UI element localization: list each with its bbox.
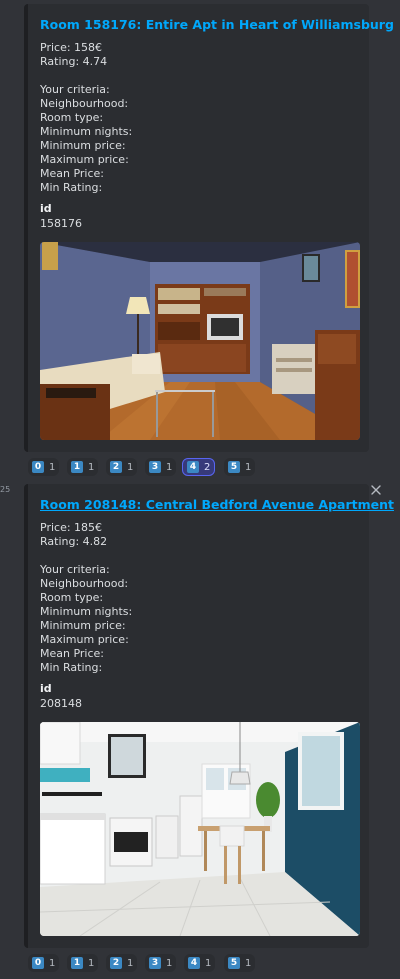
reaction-count: 1 bbox=[245, 957, 252, 969]
price-text: Price: 185€ bbox=[40, 521, 103, 534]
field-value-id: 158176 bbox=[40, 217, 82, 230]
field-value-id: 208148 bbox=[40, 697, 82, 710]
bot-message-1: Room 158176: Entire Apt in Heart of Will… bbox=[0, 0, 400, 480]
keycap-3-icon: 3 bbox=[149, 461, 161, 473]
field-name-id: id bbox=[40, 202, 52, 215]
keycap-0-icon: 0 bbox=[32, 461, 44, 473]
criteria-min-nights: Minimum nights: bbox=[40, 605, 133, 618]
keycap-5-icon: 5 bbox=[228, 461, 240, 473]
listing-embed-2: Room 208148: Central Bedford Avenue Apar… bbox=[24, 484, 394, 948]
reaction-keycap-1[interactable]: 1 1 bbox=[67, 954, 99, 972]
room-photo[interactable] bbox=[40, 722, 360, 936]
keycap-4-icon: 4 bbox=[187, 461, 199, 473]
embed-title[interactable]: Room 208148: Central Bedford Avenue Apar… bbox=[40, 497, 394, 512]
criteria-neighbourhood: Neighbourhood: bbox=[40, 97, 129, 110]
reaction-keycap-1[interactable]: 1 1 bbox=[67, 458, 99, 476]
criteria-room-type: Room type: bbox=[40, 591, 104, 604]
keycap-1-icon: 1 bbox=[71, 461, 83, 473]
bot-message-2: 25 Room 208148: Central Bedford Avenue A… bbox=[0, 480, 400, 979]
criteria-header: Your criteria: bbox=[40, 83, 110, 96]
reaction-count: 1 bbox=[49, 957, 56, 969]
reaction-count: 1 bbox=[205, 957, 212, 969]
reaction-count: 1 bbox=[88, 461, 95, 473]
criteria-max-price: Maximum price: bbox=[40, 633, 129, 646]
criteria-room-type: Room type: bbox=[40, 111, 104, 124]
reaction-bar-2: 0 1 1 1 2 1 3 1 4 1 5 1 bbox=[28, 954, 268, 972]
criteria-max-price: Maximum price: bbox=[40, 153, 129, 166]
keycap-2-icon: 2 bbox=[110, 957, 122, 969]
reaction-count: 1 bbox=[127, 461, 134, 473]
reaction-keycap-0[interactable]: 0 1 bbox=[28, 954, 60, 972]
rating-text: Rating: 4.82 bbox=[40, 535, 108, 548]
criteria-mean-price: Mean Price: bbox=[40, 167, 105, 180]
reaction-keycap-3[interactable]: 3 1 bbox=[145, 954, 177, 972]
criteria-header: Your criteria: bbox=[40, 563, 110, 576]
reaction-keycap-2[interactable]: 2 1 bbox=[106, 458, 138, 476]
reaction-keycap-0[interactable]: 0 1 bbox=[28, 458, 60, 476]
reaction-keycap-3[interactable]: 3 1 bbox=[145, 458, 177, 476]
reaction-count: 1 bbox=[166, 461, 173, 473]
reaction-count: 1 bbox=[127, 957, 134, 969]
keycap-5-icon: 5 bbox=[228, 957, 240, 969]
reaction-count: 1 bbox=[49, 461, 56, 473]
listing-embed-1: Room 158176: Entire Apt in Heart of Will… bbox=[24, 4, 394, 452]
criteria-min-rating: Min Rating: bbox=[40, 181, 103, 194]
embed-title[interactable]: Room 158176: Entire Apt in Heart of Will… bbox=[40, 17, 394, 32]
rating-text: Rating: 4.74 bbox=[40, 55, 108, 68]
reaction-count: 2 bbox=[204, 461, 211, 473]
reaction-count: 1 bbox=[245, 461, 252, 473]
reaction-bar-1: 0 1 1 1 2 1 3 1 4 2 5 1 bbox=[28, 458, 268, 476]
reaction-keycap-5[interactable]: 5 1 bbox=[224, 458, 256, 476]
reaction-count: 1 bbox=[88, 957, 95, 969]
criteria-mean-price: Mean Price: bbox=[40, 647, 105, 660]
reaction-count: 1 bbox=[166, 957, 173, 969]
keycap-0-icon: 0 bbox=[32, 957, 44, 969]
keycap-2-icon: 2 bbox=[110, 461, 122, 473]
field-name-id: id bbox=[40, 682, 52, 695]
criteria-min-price: Minimum price: bbox=[40, 619, 126, 632]
room-photo[interactable] bbox=[40, 242, 360, 440]
criteria-min-price: Minimum price: bbox=[40, 139, 126, 152]
keycap-1-icon: 1 bbox=[71, 957, 83, 969]
price-text: Price: 158€ bbox=[40, 41, 103, 54]
criteria-min-rating: Min Rating: bbox=[40, 661, 103, 674]
reaction-keycap-5[interactable]: 5 1 bbox=[224, 954, 256, 972]
criteria-neighbourhood: Neighbourhood: bbox=[40, 577, 129, 590]
message-timestamp: 25 bbox=[0, 485, 11, 494]
keycap-4-icon: 4 bbox=[188, 957, 200, 969]
reaction-keycap-2[interactable]: 2 1 bbox=[106, 954, 138, 972]
reaction-keycap-4[interactable]: 4 2 bbox=[182, 458, 216, 476]
keycap-3-icon: 3 bbox=[149, 957, 161, 969]
reaction-keycap-4[interactable]: 4 1 bbox=[184, 954, 216, 972]
close-icon[interactable] bbox=[370, 484, 382, 496]
criteria-min-nights: Minimum nights: bbox=[40, 125, 133, 138]
